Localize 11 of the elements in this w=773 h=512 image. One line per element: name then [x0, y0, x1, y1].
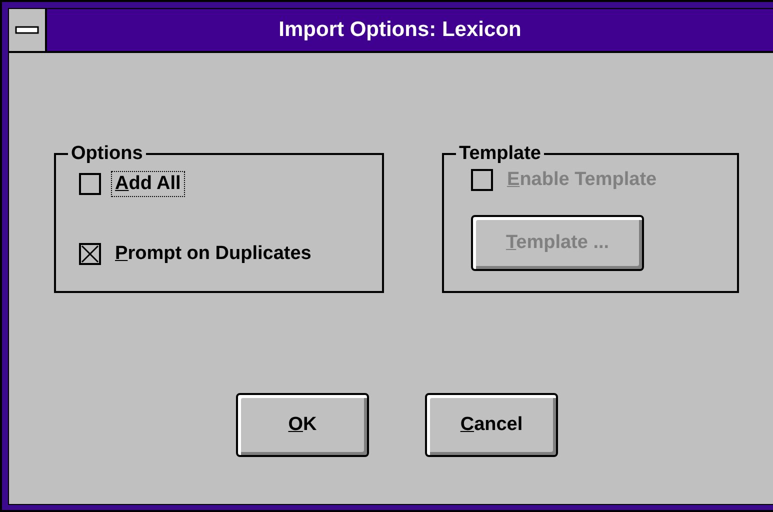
group-title: Template [456, 143, 544, 165]
checkbox-label[interactable]: Add All [111, 171, 185, 197]
window-title: Import Options: Lexicon [278, 17, 522, 43]
checkbox[interactable] [79, 243, 101, 265]
ok-button[interactable]: OK [236, 393, 369, 457]
minus-icon [15, 26, 39, 34]
checkbox[interactable] [79, 173, 101, 195]
system-menu-button[interactable] [9, 9, 47, 51]
checkbox-label[interactable]: Prompt on Duplicates [111, 241, 316, 267]
group-title: Options [68, 143, 146, 165]
cancel-button[interactable]: Cancel [425, 393, 558, 457]
